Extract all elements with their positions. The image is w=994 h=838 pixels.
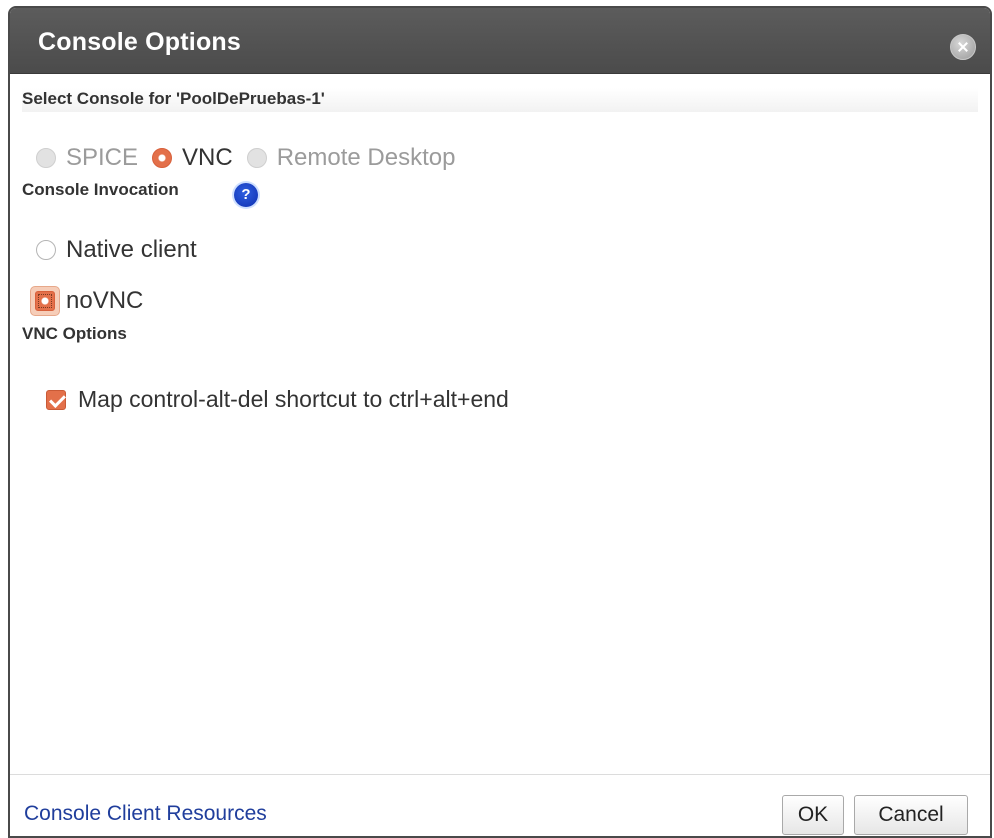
ctrl-alt-del-checkbox[interactable] bbox=[46, 389, 66, 410]
console-invocation-heading: Console Invocation bbox=[22, 180, 179, 199]
vnc-options-heading: VNC Options bbox=[22, 324, 127, 343]
protocol-remote-desktop-option[interactable]: Remote Desktop bbox=[246, 144, 456, 172]
console-client-resources-link[interactable]: Console Client Resources bbox=[24, 802, 267, 826]
dialog-titlebar[interactable]: Console Options bbox=[10, 8, 990, 74]
dialog-title: Console Options bbox=[38, 28, 241, 56]
select-console-heading: Select Console for 'PoolDePruebas-1' bbox=[22, 88, 978, 112]
ctrl-alt-del-label: Map control-alt-del shortcut to ctrl+alt… bbox=[78, 386, 509, 412]
help-icon[interactable]: ? bbox=[234, 183, 258, 207]
radio-vnc-label: VNC bbox=[182, 144, 233, 171]
radio-novnc[interactable] bbox=[35, 291, 55, 311]
ctrl-alt-del-option[interactable]: Map control-alt-del shortcut to ctrl+alt… bbox=[46, 386, 509, 413]
radio-remote-desktop-label: Remote Desktop bbox=[276, 144, 456, 171]
protocol-spice-option[interactable]: SPICE bbox=[36, 144, 138, 172]
dialog-footer: Console Client Resources OK Cancel bbox=[10, 774, 990, 836]
protocol-vnc-option[interactable]: VNC bbox=[152, 144, 233, 172]
radio-remote-desktop[interactable] bbox=[246, 148, 267, 168]
radio-native-client[interactable] bbox=[36, 240, 56, 260]
radio-native-client-label: Native client bbox=[66, 236, 197, 263]
invocation-native-client-option[interactable]: Native client bbox=[36, 236, 197, 264]
ok-button[interactable]: OK bbox=[782, 795, 844, 835]
radio-vnc[interactable] bbox=[152, 148, 173, 168]
radio-spice[interactable] bbox=[36, 148, 56, 168]
radio-novnc-label: noVNC bbox=[66, 287, 144, 314]
protocol-radio-group: SPICE VNC Remote Desktop bbox=[36, 144, 469, 172]
console-options-dialog: Console Options Select Console for 'Pool… bbox=[8, 6, 992, 838]
invocation-novnc-option[interactable]: noVNC bbox=[30, 286, 143, 316]
radio-spice-label: SPICE bbox=[66, 144, 139, 171]
close-icon[interactable] bbox=[950, 34, 976, 60]
cancel-button[interactable]: Cancel bbox=[854, 795, 968, 835]
novnc-focus-ring bbox=[30, 286, 60, 316]
